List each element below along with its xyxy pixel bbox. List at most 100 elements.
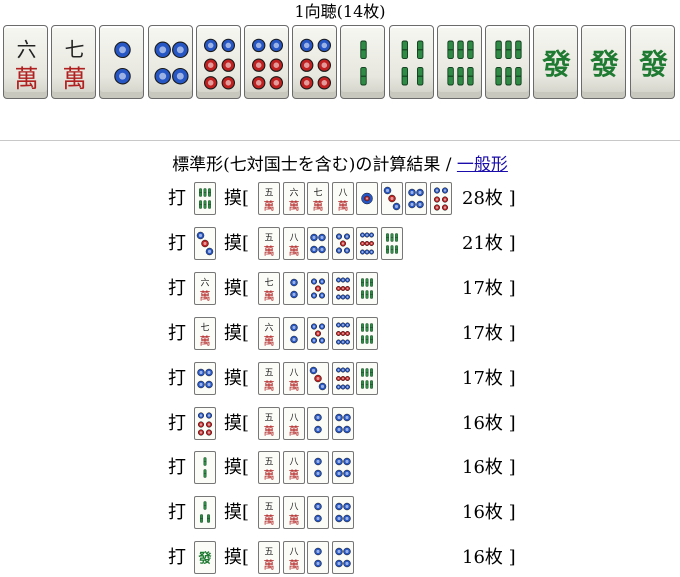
discard-tile-m6[interactable]: 六萬 [194, 271, 216, 305]
tile-count: 17枚 ] [462, 277, 516, 299]
hand-tiles: 六萬七萬 發發發 [3, 25, 680, 99]
svg-text:萬: 萬 [288, 200, 299, 213]
tile-face [335, 322, 350, 345]
svg-text:五: 五 [264, 458, 273, 468]
tile-face [335, 367, 350, 390]
draw-tile-p4[interactable] [307, 226, 329, 260]
svg-text:萬: 萬 [264, 514, 275, 527]
draw-tile-p1[interactable] [356, 182, 378, 215]
hand-tile-p4[interactable] [147, 25, 193, 99]
draw-tile-p5[interactable] [307, 316, 329, 350]
tile-face [300, 38, 332, 90]
hand-tile-s6[interactable] [485, 25, 530, 99]
draw-tile-m6[interactable]: 六萬 [258, 316, 280, 350]
discard-label: 打 [168, 322, 186, 344]
draw-tile-m8[interactable]: 八萬 [282, 541, 305, 575]
draw-tile-p3[interactable] [380, 182, 403, 215]
discard-tile-p4[interactable] [194, 361, 216, 395]
svg-text:萬: 萬 [264, 200, 275, 213]
draw-tile-p2[interactable] [307, 406, 329, 440]
discard-tile-s2[interactable] [194, 451, 216, 485]
draw-tile-p2[interactable] [282, 316, 305, 350]
draw-tile-p2[interactable] [307, 541, 329, 575]
tile-face [360, 40, 368, 86]
draw-tile-m5[interactable]: 五萬 [258, 182, 280, 215]
draw-tile-s6[interactable] [356, 361, 378, 395]
svg-text:五: 五 [264, 413, 273, 423]
draw-tile-p5[interactable] [307, 271, 329, 305]
draw-tile-m5[interactable]: 五萬 [258, 496, 280, 530]
draw-tile-m5[interactable]: 五萬 [258, 226, 280, 260]
draw-tile-s6[interactable] [356, 271, 378, 305]
tile-face: 八萬 [288, 413, 299, 437]
draw-tile-m7[interactable]: 七萬 [258, 271, 280, 305]
svg-text:萬: 萬 [288, 469, 299, 482]
hand-tile-p2[interactable] [99, 25, 145, 99]
draw-tile-p9[interactable] [331, 361, 354, 395]
draw-tile-p3[interactable] [307, 361, 329, 395]
draw-tile-s6[interactable] [356, 316, 378, 350]
draw-label: 摸[ [224, 502, 250, 524]
svg-text:萬: 萬 [288, 559, 299, 572]
discard-tile-s3[interactable] [194, 496, 216, 530]
hand-tile-s4[interactable] [388, 25, 434, 99]
draw-tile-p4[interactable] [331, 406, 354, 440]
result-row: 打發摸[五萬八萬 16枚 ] [0, 541, 680, 577]
svg-text:萬: 萬 [288, 379, 299, 392]
svg-text:萬: 萬 [264, 289, 275, 302]
draw-tile-p9[interactable] [331, 271, 354, 305]
draw-tile-m7[interactable]: 七萬 [307, 182, 329, 215]
hand-tile-m7[interactable]: 七萬 [51, 25, 97, 99]
draw-tile-m8[interactable]: 八萬 [282, 226, 305, 260]
discard-tile-s6[interactable] [194, 182, 216, 215]
tile-count: 16枚 ] [462, 502, 516, 524]
tile-face: 八萬 [288, 503, 299, 527]
hand-tile-s2[interactable] [340, 25, 386, 99]
discard-tile-hatsu[interactable]: 發 [194, 541, 216, 575]
svg-text:六: 六 [289, 187, 298, 199]
tile-face [289, 323, 298, 343]
hand-tile-hatsu[interactable]: 發 [533, 25, 579, 99]
tile-face: 五萬 [264, 368, 275, 392]
tile-face [314, 413, 322, 433]
draw-tile-m5[interactable]: 五萬 [258, 451, 280, 485]
hand-tile-hatsu[interactable]: 發 [629, 25, 675, 99]
draw-tile-s6[interactable] [380, 226, 403, 260]
draw-tile-m5[interactable]: 五萬 [258, 541, 280, 575]
tile-face: 五萬 [264, 503, 275, 527]
draw-tile-p6[interactable] [429, 182, 452, 215]
svg-text:發: 發 [197, 551, 211, 567]
draw-tile-m6[interactable]: 六萬 [282, 182, 305, 215]
tile-face [335, 233, 350, 254]
hand-tile-p6[interactable] [195, 25, 241, 99]
draw-tile-p9[interactable] [356, 226, 378, 260]
draw-tile-m5[interactable]: 五萬 [258, 406, 280, 440]
draw-tile-m8[interactable]: 八萬 [331, 182, 354, 215]
discard-tile-p6[interactable] [194, 406, 216, 440]
hand-tile-m6[interactable]: 六萬 [3, 25, 48, 99]
tile-face [433, 187, 448, 211]
draw-tile-p4[interactable] [331, 496, 354, 530]
draw-tile-p4[interactable] [331, 451, 354, 485]
hand-tile-s6[interactable] [436, 25, 482, 99]
draw-tile-p4[interactable] [405, 182, 427, 215]
draw-tile-p2[interactable] [307, 496, 329, 530]
general-form-link[interactable]: 一般形 [457, 155, 508, 175]
draw-tile-p4[interactable] [331, 541, 354, 575]
draw-tile-p2[interactable] [282, 271, 305, 305]
draw-tile-p2[interactable] [307, 451, 329, 485]
discard-tile-m7[interactable]: 七萬 [194, 316, 216, 350]
hand-tile-p6[interactable] [292, 25, 338, 99]
draw-tile-p9[interactable] [331, 316, 354, 350]
hand-tile-hatsu[interactable]: 發 [581, 25, 627, 99]
draw-tile-m8[interactable]: 八萬 [282, 361, 305, 395]
discard-tile-p3[interactable] [194, 226, 216, 260]
draw-tile-m8[interactable]: 八萬 [282, 451, 305, 485]
draw-tile-m8[interactable]: 八萬 [282, 406, 305, 440]
result-row: 打摸[五萬六萬七萬八萬 28枚 ] [0, 182, 680, 218]
tile-face: 八萬 [288, 548, 299, 572]
draw-tile-m8[interactable]: 八萬 [282, 496, 305, 530]
draw-tile-m5[interactable]: 五萬 [258, 361, 280, 395]
draw-tile-p5[interactable] [331, 226, 354, 260]
hand-tile-p6[interactable] [244, 25, 289, 99]
